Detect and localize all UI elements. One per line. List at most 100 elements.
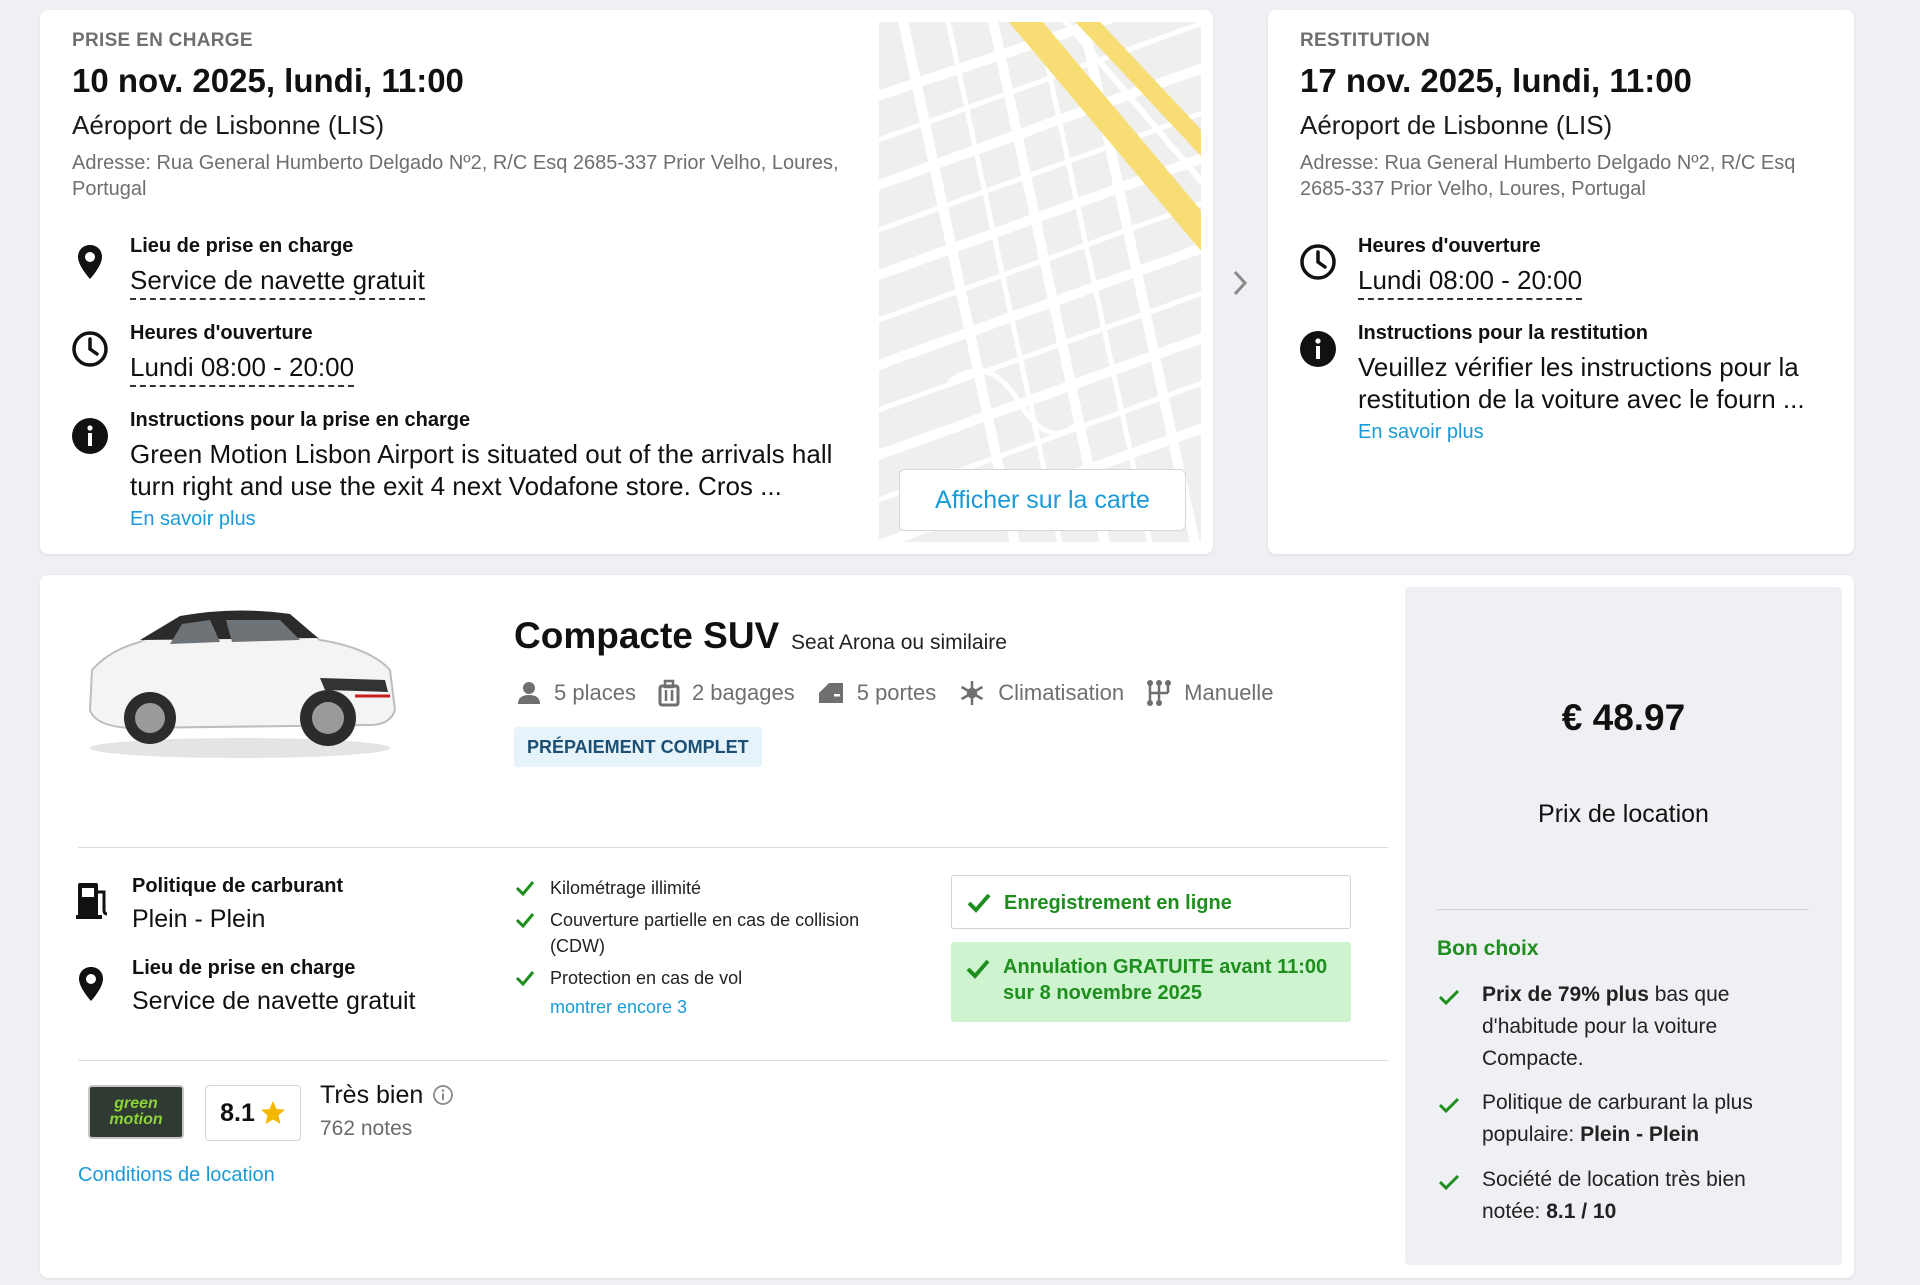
divider <box>78 1060 1388 1061</box>
luggage-icon <box>658 679 680 707</box>
pickup-address-line1: Adresse: Rua General Humberto Delgado Nº… <box>72 152 839 174</box>
good-choice-item: Société de location très bien notée: 8.1… <box>1437 1164 1827 1228</box>
price-label: Prix de location <box>1538 800 1709 828</box>
free-cancel-line2: sur 8 novembre 2025 <box>1003 982 1202 1004</box>
pickup-hours-label: Heures d'ouverture <box>130 322 313 344</box>
chevron-right-icon <box>1230 268 1250 298</box>
prepay-badge: PRÉPAIEMENT COMPLET <box>514 727 762 767</box>
good-choice-3-bold: 8.1 / 10 <box>1546 1200 1617 1223</box>
person-icon <box>518 682 540 704</box>
car-pickup-label: Lieu de prise en charge <box>132 957 356 979</box>
check-icon <box>1438 1174 1460 1191</box>
feature-seats-label: 5 places <box>554 680 636 705</box>
feature-bags: 2 bagages <box>658 679 795 707</box>
info-icon <box>71 417 109 455</box>
rating-label: Très bien <box>320 1081 424 1109</box>
feature-gearbox-label: Manuelle <box>1184 680 1274 705</box>
dropoff-card: RESTITUTION 17 nov. 2025, lundi, 11:00 A… <box>1268 10 1854 554</box>
pickup-header: PRISE EN CHARGE <box>72 30 253 51</box>
inclusion-mileage: Kilométrage illimité <box>550 878 702 898</box>
pickup-map[interactable]: Afficher sur la carte <box>879 22 1201 542</box>
pickup-address: Adresse: Rua General Humberto Delgado Nº… <box>72 150 902 202</box>
fuel-policy-value: Plein - Plein <box>132 905 266 933</box>
check-icon <box>967 893 991 913</box>
show-on-map-button[interactable]: Afficher sur la carte <box>899 469 1186 531</box>
dropoff-instr-text: Veuillez vérifier les instructions pour … <box>1358 351 1838 415</box>
free-cancel-box: Annulation GRATUITE avant 11:00 sur 8 no… <box>951 942 1351 1022</box>
check-icon <box>966 959 990 979</box>
inclusion-item: Couverture partielle en cas de collision… <box>514 907 914 959</box>
pickup-place-label: Lieu de prise en charge <box>130 235 354 257</box>
map-graphic <box>879 22 1201 542</box>
good-choice-text-3: Société de location très bien notée: 8.1… <box>1437 1164 1827 1228</box>
online-checkin-box: Enregistrement en ligne <box>951 875 1351 929</box>
dropoff-date: 17 nov. 2025, lundi, 11:00 <box>1300 62 1692 99</box>
good-choice-text-1: Prix de 79% plus bas que d'habitude pour… <box>1437 979 1827 1075</box>
inclusion-theft: Protection en cas de vol <box>550 968 743 988</box>
good-choice-1-rest: bas que <box>1648 983 1730 1006</box>
dropoff-address-line1: Adresse: Rua General Humberto Delgado Nº… <box>1300 152 1796 174</box>
price-panel: € 48.97 Prix de location Bon choix Prix … <box>1405 587 1842 1265</box>
inclusions-list: Kilométrage illimité Couverture partiell… <box>514 875 914 1018</box>
clock-icon <box>71 330 109 368</box>
good-choice-item: Prix de 79% plus bas que d'habitude pour… <box>1437 979 1827 1075</box>
dropoff-hours-label: Heures d'ouverture <box>1358 235 1541 257</box>
dropoff-address: Adresse: Rua General Humberto Delgado Nº… <box>1300 150 1840 202</box>
check-icon <box>1438 1097 1460 1114</box>
fuel-policy-label: Politique de carburant <box>132 875 344 897</box>
location-pin-icon <box>71 243 109 281</box>
free-cancel-text: Annulation GRATUITE avant 11:00 sur 8 no… <box>1003 954 1327 1006</box>
check-icon <box>515 881 535 897</box>
pickup-more-link[interactable]: En savoir plus <box>130 508 256 531</box>
car-card: Compacte SUV Seat Arona ou similaire 5 p… <box>40 575 1854 1278</box>
rental-conditions-link[interactable]: Conditions de location <box>78 1164 275 1187</box>
star-icon <box>260 1101 285 1124</box>
fuel-pump-icon <box>76 880 110 920</box>
good-choice-item: Politique de carburant la plus populaire… <box>1437 1087 1827 1151</box>
dropoff-instr-line2: restitution de la voiture avec le fourn … <box>1358 384 1805 414</box>
pickup-instr-line1: Green Motion Lisbon Airport is situated … <box>130 439 833 469</box>
pickup-instr-text: Green Motion Lisbon Airport is situated … <box>130 438 890 502</box>
divider <box>1437 909 1809 910</box>
pickup-card: PRISE EN CHARGE 10 nov. 2025, lundi, 11:… <box>40 10 1213 554</box>
dropoff-header: RESTITUTION <box>1300 30 1430 51</box>
inclusion-cdw-line2: (CDW) <box>550 936 605 956</box>
pickup-place-value[interactable]: Service de navette gratuit <box>130 265 425 300</box>
feature-doors: 5 portes <box>817 680 937 706</box>
good-choice-1-bold: Prix de 79% plus <box>1482 983 1649 1006</box>
info-icon <box>1299 330 1337 368</box>
feature-bags-label: 2 bagages <box>691 680 795 705</box>
snowflake-icon <box>961 681 984 705</box>
car-door-icon <box>818 683 843 703</box>
pickup-hours-value[interactable]: Lundi 08:00 - 20:00 <box>130 352 355 387</box>
feature-ac: Climatisation <box>958 679 1124 707</box>
good-choice-2-line2: populaire: Plein - Plein <box>1482 1119 1827 1151</box>
info-circle-icon[interactable] <box>432 1084 454 1106</box>
good-choice-1-line2: d'habitude pour la voiture <box>1482 1015 1718 1038</box>
pickup-location: Aéroport de Lisbonne (LIS) <box>72 110 385 140</box>
good-choice-2-pre: populaire: <box>1482 1123 1581 1146</box>
dropoff-hours-value[interactable]: Lundi 08:00 - 20:00 <box>1358 265 1583 300</box>
check-icon <box>1438 989 1460 1006</box>
price-amount: € 48.97 <box>1561 697 1686 738</box>
dropoff-instr-label: Instructions pour la restitution <box>1358 322 1649 344</box>
dropoff-more-link[interactable]: En savoir plus <box>1358 421 1484 444</box>
inclusion-item: Kilométrage illimité <box>514 875 914 901</box>
good-choice-3-line1: Société de location très bien <box>1482 1168 1746 1191</box>
online-checkin-label: Enregistrement en ligne <box>1004 892 1232 914</box>
car-category: Compacte SUV <box>514 615 780 656</box>
rating-score: 8.1 <box>220 1098 255 1127</box>
good-choice-3-line2: notée: 8.1 / 10 <box>1482 1196 1827 1228</box>
dropoff-address-line2: 2685-337 Prior Velho, Loures, Portugal <box>1300 178 1646 200</box>
gearbox-icon <box>1147 680 1172 706</box>
pickup-instr-label: Instructions pour la prise en charge <box>130 409 471 431</box>
car-model: Seat Arona ou similaire <box>791 631 1007 654</box>
feature-doors-label: 5 portes <box>856 680 937 705</box>
check-icon <box>515 971 535 987</box>
inclusion-cdw-line1: Couverture partielle en cas de collision <box>550 910 860 930</box>
dropoff-instr-line1: Veuillez vérifier les instructions pour … <box>1358 352 1799 382</box>
inclusion-item: Protection en cas de vol <box>514 965 914 991</box>
clock-icon <box>1299 243 1337 281</box>
show-more-link[interactable]: montrer encore 3 <box>550 997 687 1017</box>
pickup-instr-line2: turn right and use the exit 4 next Vodaf… <box>130 471 782 501</box>
